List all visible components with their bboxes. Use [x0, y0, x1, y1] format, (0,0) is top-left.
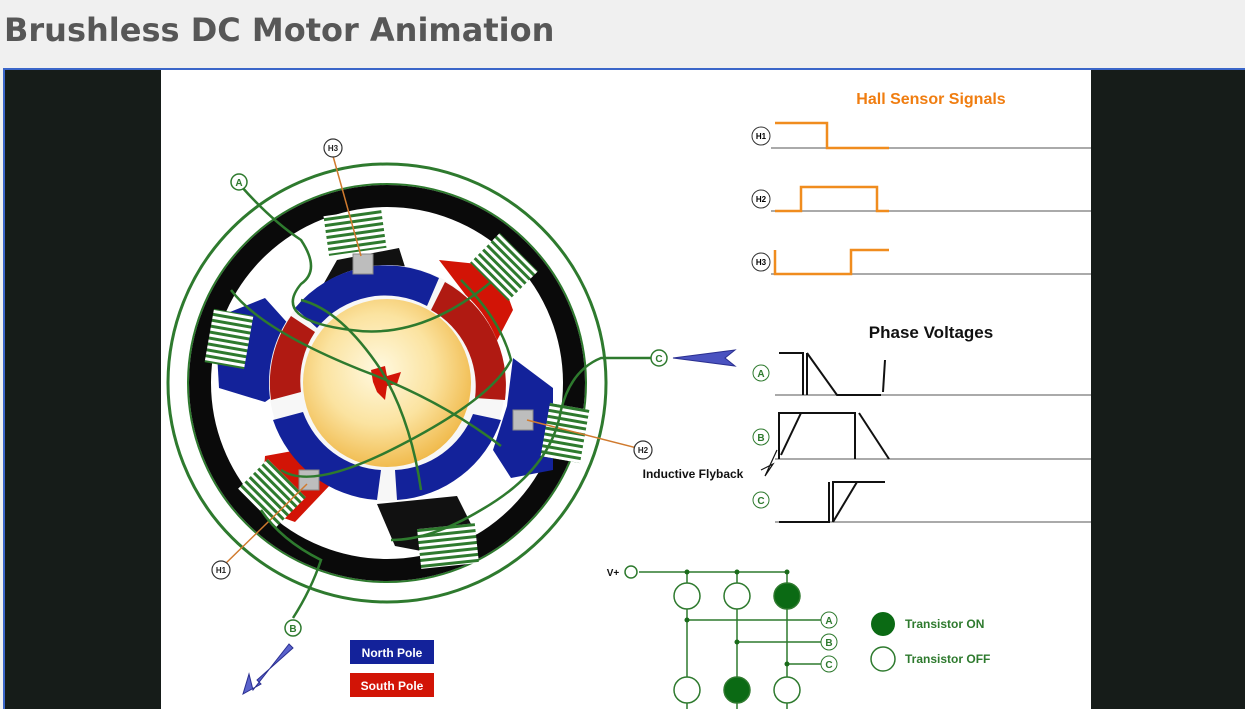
svg-text:H2: H2 [638, 446, 649, 455]
north-pole-label: North Pole [362, 646, 423, 660]
svg-text:A: A [825, 616, 832, 627]
phase-label-b: B [752, 428, 770, 446]
svg-text:H3: H3 [328, 144, 339, 153]
svg-text:C: C [757, 496, 764, 507]
transistor-a-low [673, 676, 701, 704]
svg-text:B: B [757, 433, 764, 444]
hall-label-h2: H2 [751, 189, 771, 209]
transistor-b-high [723, 582, 751, 610]
animation-canvas: A H3 C H2 H1 B North Pole South Pole Hal… [161, 70, 1091, 709]
terminal-a: A [230, 173, 248, 191]
hall-sensor-h3 [352, 253, 374, 275]
transistor-off-swatch [870, 646, 896, 672]
bridge-output-b: B [820, 633, 838, 651]
transistor-on-label: Transistor ON [905, 617, 984, 631]
phase-label-c: C [752, 491, 770, 509]
hall-label-h3: H3 [751, 252, 771, 272]
terminal-h2: H2 [633, 440, 653, 460]
svg-text:C: C [655, 354, 662, 365]
svg-text:A: A [757, 369, 764, 380]
terminal-h1: H1 [211, 560, 231, 580]
terminal-h3: H3 [323, 138, 343, 158]
transistor-on-swatch [871, 612, 895, 636]
hall-label-h1: H1 [751, 126, 771, 146]
svg-text:H2: H2 [756, 195, 767, 204]
transistor-c-low [773, 676, 801, 704]
transistor-b-low [723, 676, 751, 704]
svg-text:B: B [825, 638, 832, 649]
hall-sensor-h1 [298, 469, 320, 491]
phase-voltages-title: Phase Voltages [869, 323, 993, 342]
transistor-c-high [773, 582, 801, 610]
motor-diagram: A H3 C H2 H1 B North Pole South Pole Hal… [161, 70, 1091, 709]
page-title: Brushless DC Motor Animation [4, 11, 555, 49]
supply-label: V+ [607, 568, 620, 579]
svg-text:H1: H1 [756, 132, 767, 141]
south-pole-label: South Pole [361, 679, 424, 693]
svg-text:A: A [235, 178, 242, 189]
svg-text:H3: H3 [756, 258, 767, 267]
svg-text:C: C [825, 660, 832, 671]
transistor-a-high [673, 582, 701, 610]
phase-label-a: A [752, 364, 770, 382]
terminal-c: C [650, 349, 668, 367]
supply-terminal [624, 565, 638, 579]
inductive-flyback-label: Inductive Flyback [643, 467, 744, 481]
transistor-off-label: Transistor OFF [905, 652, 990, 666]
hall-signals-title: Hall Sensor Signals [856, 91, 1005, 108]
terminal-b: B [284, 619, 302, 637]
svg-text:H1: H1 [216, 566, 227, 575]
bridge-output-a: A [820, 611, 838, 629]
animation-player[interactable]: A H3 C H2 H1 B North Pole South Pole Hal… [3, 68, 1245, 709]
bridge-output-c: C [820, 655, 838, 673]
svg-text:B: B [289, 624, 296, 635]
